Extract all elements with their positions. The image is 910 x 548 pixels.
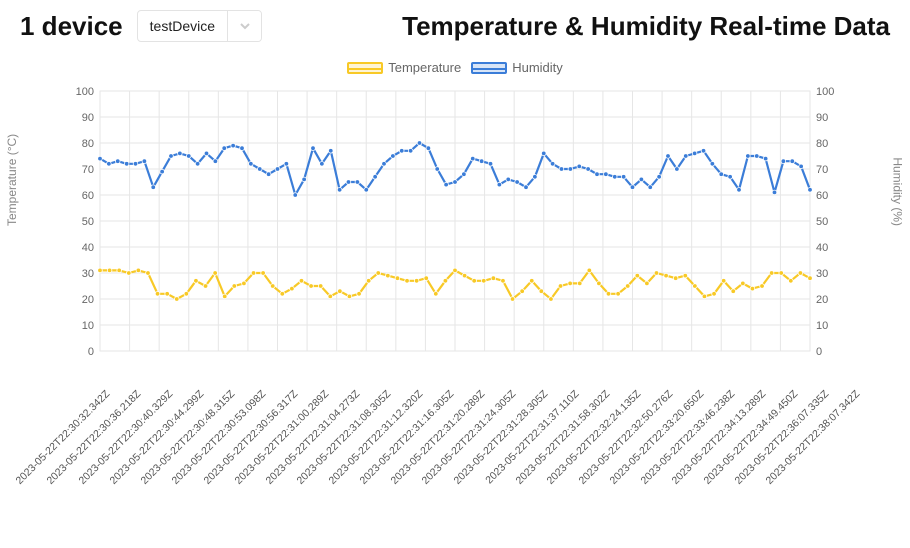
legend-label-temperature: Temperature xyxy=(388,60,461,75)
svg-text:70: 70 xyxy=(816,164,828,176)
device-select[interactable]: testDevice xyxy=(137,10,262,42)
svg-text:70: 70 xyxy=(82,164,94,176)
legend: Temperature Humidity xyxy=(0,60,910,75)
device-select-value[interactable]: testDevice xyxy=(138,18,227,34)
svg-text:0: 0 xyxy=(88,346,94,358)
legend-label-humidity: Humidity xyxy=(512,60,563,75)
legend-item-humidity[interactable]: Humidity xyxy=(471,60,563,75)
svg-text:60: 60 xyxy=(82,190,94,202)
x-axis-labels: 2023-05-22T22:30:32.342Z2023-05-22T22:30… xyxy=(100,388,850,548)
svg-text:40: 40 xyxy=(816,242,828,254)
svg-text:10: 10 xyxy=(816,320,828,332)
svg-text:80: 80 xyxy=(816,138,828,150)
y-axis-label-right: Humidity (%) xyxy=(891,157,905,226)
chart-svg: 0 0 10 10 20 20 30 30 40 40 50 50 60 60 70 70 80 80 90 90 10… xyxy=(40,81,870,371)
svg-text:20: 20 xyxy=(816,294,828,306)
svg-text:90: 90 xyxy=(82,112,94,124)
legend-swatch-temperature xyxy=(347,62,383,74)
device-count: 1 device xyxy=(20,11,123,42)
svg-text:0: 0 xyxy=(816,346,822,358)
chevron-down-icon xyxy=(239,20,251,32)
chart-title: Temperature & Humidity Real-time Data xyxy=(402,11,890,42)
svg-text:30: 30 xyxy=(82,268,94,280)
header: 1 device testDevice Temperature & Humidi… xyxy=(0,0,910,42)
legend-swatch-humidity xyxy=(471,62,507,74)
svg-text:50: 50 xyxy=(816,216,828,228)
svg-text:20: 20 xyxy=(82,294,94,306)
legend-item-temperature[interactable]: Temperature xyxy=(347,60,461,75)
svg-text:60: 60 xyxy=(816,190,828,202)
svg-text:30: 30 xyxy=(816,268,828,280)
device-select-caret[interactable] xyxy=(227,11,261,41)
chart-plot: Temperature (°C) Humidity (%) 0010102020… xyxy=(40,81,870,371)
svg-text:40: 40 xyxy=(82,242,94,254)
svg-text:50: 50 xyxy=(82,216,94,228)
svg-text:90: 90 xyxy=(816,112,828,124)
y-axis-label-left: Temperature (°C) xyxy=(5,134,19,226)
svg-text:80: 80 xyxy=(82,138,94,150)
svg-text:100: 100 xyxy=(816,86,834,98)
svg-text:100: 100 xyxy=(76,86,94,98)
svg-text:10: 10 xyxy=(82,320,94,332)
